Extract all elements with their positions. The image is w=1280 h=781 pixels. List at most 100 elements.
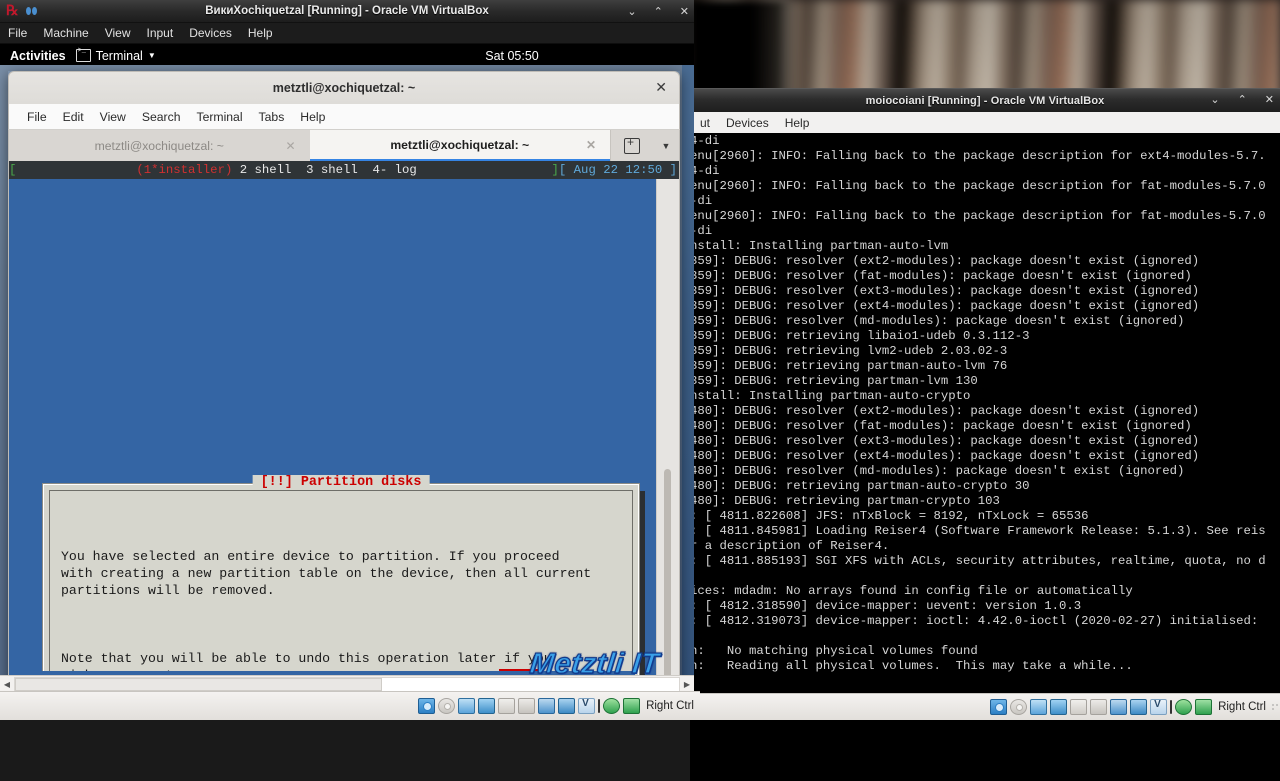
installer-pane[interactable]: [!!] Partition disks You have selected a…: [9, 179, 657, 692]
console-line: 4-di: [690, 164, 720, 178]
console-line: 359]: DEBUG: resolver (ext4-modules): pa…: [690, 299, 1200, 313]
usb-icon[interactable]: [1070, 699, 1088, 715]
maximize-icon[interactable]: ⌃: [654, 5, 663, 18]
mouse-integration-icon[interactable]: [603, 698, 621, 714]
vm-right-menubar[interactable]: ut Devices Help: [690, 112, 1280, 135]
console-line: : [ 4811.822608] JFS: nTxBlock = 8192, n…: [690, 509, 1089, 523]
terminal-menu-search[interactable]: Search: [134, 110, 189, 124]
terminal-tab-2-close-icon[interactable]: ✕: [586, 138, 596, 152]
console-line: 480]: DEBUG: retrieving partman-crypto 1…: [690, 494, 1000, 508]
network-icon[interactable]: [1050, 699, 1068, 715]
console-line: 480]: DEBUG: resolver (ext3-modules): pa…: [690, 434, 1200, 448]
gnome-clock[interactable]: Sat 05:50: [0, 49, 694, 63]
vm-right-statusbar[interactable]: Right Ctrl: [690, 693, 1280, 720]
menu-item-help[interactable]: Help: [777, 116, 818, 130]
floppy-icon[interactable]: [1030, 699, 1048, 715]
hard-disk-icon[interactable]: [418, 698, 436, 714]
terminal-menu-tabs[interactable]: Tabs: [251, 110, 293, 124]
terminal-menu-file[interactable]: File: [19, 110, 55, 124]
vm-left-titlebar[interactable]: ℞ ВикиXochiquetzal [Running] - Oracle VM…: [0, 0, 694, 23]
vm-left-status-icons[interactable]: [418, 698, 641, 714]
tmux-status-bar: [ (1*installer) 2 shell 3 shell 4- log ]…: [9, 161, 679, 179]
host-key-label: Right Ctrl: [1218, 701, 1266, 713]
console-line: ices: mdadm: No arrays found in config f…: [690, 584, 1133, 598]
menu-item-devices[interactable]: Devices: [718, 116, 777, 130]
console-line: : [ 4811.885193] SGI XFS with ACLs, secu…: [690, 554, 1266, 568]
tab-menu-button[interactable]: ▼: [653, 130, 679, 161]
guest-additions-icon[interactable]: [623, 698, 641, 714]
terminal-tab-1-close-icon[interactable]: ✕: [285, 139, 295, 153]
terminal-body[interactable]: [ (1*installer) 2 shell 3 shell 4- log ]…: [8, 161, 680, 693]
vm-left-menubar[interactable]: File Machine View Input Devices Help: [0, 23, 694, 44]
recording-icon[interactable]: [558, 698, 576, 714]
console-line: enu[2960]: INFO: Falling back to the pac…: [690, 209, 1266, 223]
menu-item-devices[interactable]: Devices: [181, 26, 240, 40]
minimize-icon[interactable]: ⌄: [627, 5, 636, 18]
scroll-right-icon[interactable]: ▶: [680, 680, 694, 689]
virtualbox-window-moiocoiani[interactable]: moiocoiani [Running] - Oracle VM Virtual…: [690, 88, 1280, 781]
console-line: n: Reading all physical volumes. This ma…: [690, 659, 1133, 673]
plus-box-icon: [624, 135, 640, 154]
tmux-active-window[interactable]: (1*installer): [136, 163, 232, 177]
status-divider: [1170, 700, 1173, 714]
console-line: r a description of Reiser4.: [690, 539, 890, 553]
terminal-close-icon[interactable]: ✕: [655, 80, 667, 94]
hard-disk-icon[interactable]: [990, 699, 1008, 715]
terminal-scrollbar-thumb[interactable]: [664, 469, 671, 692]
console-line: 359]: DEBUG: retrieving partman-lvm 130: [690, 374, 978, 388]
menu-item-machine[interactable]: Machine: [35, 26, 96, 40]
menu-item-input[interactable]: Input: [139, 26, 182, 40]
terminal-menu-help[interactable]: Help: [292, 110, 333, 124]
terminal-tab-2[interactable]: metztli@xochiquetzal: ~ ✕: [309, 130, 610, 161]
vm-left-window-buttons[interactable]: ⌄ ⌃ ✕: [627, 0, 689, 22]
network-icon[interactable]: [478, 698, 496, 714]
menu-item-input[interactable]: ut: [692, 116, 718, 130]
minimize-icon[interactable]: ⌄: [1210, 95, 1219, 106]
vrde-icon[interactable]: [1150, 699, 1168, 715]
display-icon[interactable]: [1110, 699, 1128, 715]
vm-right-console[interactable]: 4-di enu[2960]: INFO: Falling back to the…: [690, 133, 1280, 781]
gnome-desktop: metztli@xochiquetzal: ~ ✕ File Edit View…: [0, 65, 694, 720]
console-line: : [ 4811.845981] Loading Reiser4 (Softwa…: [690, 524, 1266, 538]
terminal-menu-terminal[interactable]: Terminal: [188, 110, 250, 124]
terminal-titlebar[interactable]: metztli@xochiquetzal: ~ ✕: [8, 71, 680, 104]
optical-disk-icon[interactable]: [1010, 699, 1028, 715]
vm-left-statusbar[interactable]: Right Ctrl: [0, 691, 700, 720]
close-icon[interactable]: ✕: [680, 5, 689, 18]
console-line: 480]: DEBUG: resolver (ext4-modules): pa…: [690, 449, 1200, 463]
vrde-icon[interactable]: [578, 698, 596, 714]
menu-item-file[interactable]: File: [0, 26, 35, 40]
terminal-menu-edit[interactable]: Edit: [55, 110, 92, 124]
terminal-menu-view[interactable]: View: [92, 110, 134, 124]
scroll-left-icon[interactable]: ◀: [0, 680, 14, 689]
shared-folders-icon[interactable]: [518, 698, 536, 714]
floppy-icon[interactable]: [458, 698, 476, 714]
mouse-integration-icon[interactable]: [1175, 699, 1193, 715]
terminal-tab-1[interactable]: metztli@xochiquetzal: ~ ✕: [9, 130, 310, 161]
menu-item-help[interactable]: Help: [240, 26, 281, 40]
vm-right-status-icons[interactable]: [990, 699, 1213, 715]
guest-additions-icon[interactable]: [1195, 699, 1213, 715]
virtualbox-window-xochiquetzal[interactable]: ℞ ВикиXochiquetzal [Running] - Oracle VM…: [0, 0, 700, 720]
vm-right-window-buttons[interactable]: ⌄ ⌃ ✕: [1210, 89, 1274, 112]
terminal-scrollbar[interactable]: [656, 179, 679, 692]
recording-icon[interactable]: [1130, 699, 1148, 715]
terminal-menubar[interactable]: File Edit View Search Terminal Tabs Help: [8, 104, 680, 130]
maximize-icon[interactable]: ⌃: [1238, 95, 1247, 106]
hscroll-thumb[interactable]: [15, 677, 382, 691]
close-icon[interactable]: ✕: [1265, 95, 1274, 106]
menu-item-view[interactable]: View: [97, 26, 139, 40]
shared-folders-icon[interactable]: [1090, 699, 1108, 715]
terminal-tabbar[interactable]: metztli@xochiquetzal: ~ ✕ metztli@xochiq…: [8, 130, 680, 161]
new-tab-button[interactable]: [610, 130, 653, 161]
console-line: 480]: DEBUG: resolver (md-modules): pack…: [690, 464, 1185, 478]
resize-grip[interactable]: [1270, 702, 1280, 712]
gnome-terminal-window[interactable]: metztli@xochiquetzal: ~ ✕ File Edit View…: [8, 71, 680, 693]
tmux-windows[interactable]: 2 shell 3 shell 4- log: [232, 163, 417, 177]
display-icon[interactable]: [538, 698, 556, 714]
optical-disk-icon[interactable]: [438, 698, 456, 714]
vm-right-titlebar[interactable]: moiocoiani [Running] - Oracle VM Virtual…: [690, 88, 1280, 112]
chevron-down-icon: ▼: [661, 140, 671, 151]
usb-icon[interactable]: [498, 698, 516, 714]
